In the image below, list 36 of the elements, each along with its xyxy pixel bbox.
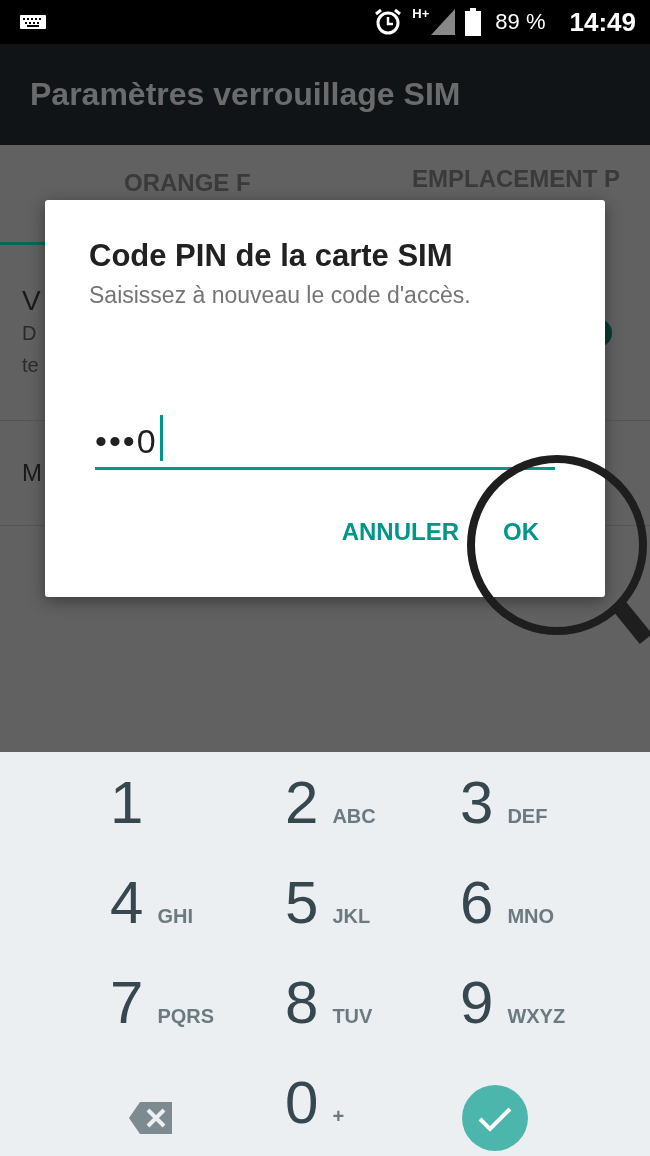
setting-title: M xyxy=(22,459,42,487)
key-letters: + xyxy=(332,1105,345,1128)
keypad-key[interactable]: 0 + xyxy=(285,1068,460,1156)
key-letters: TUV xyxy=(332,1005,373,1028)
key-letters: JKL xyxy=(332,905,371,928)
dialog-button[interactable]: OK xyxy=(495,512,547,552)
check-icon xyxy=(462,1085,528,1151)
setting-summary: te xyxy=(22,353,39,378)
alarm-icon xyxy=(374,8,403,36)
key-letters: MNO xyxy=(507,905,555,928)
dialog-button[interactable]: ANNULER xyxy=(333,512,467,552)
backspace-icon xyxy=(128,1101,174,1135)
key-letters: ABC xyxy=(332,805,376,828)
keypad-key[interactable]: 5 JKL xyxy=(285,868,460,968)
keyboard-icon xyxy=(20,15,46,29)
setting-title: V xyxy=(22,284,41,317)
network-type: H+ xyxy=(412,6,430,21)
keypad-key[interactable]: 9 WXYZ xyxy=(460,968,635,1068)
battery-icon xyxy=(465,8,482,36)
signal-icon xyxy=(431,9,456,35)
pin-field[interactable]: •••0 xyxy=(95,411,555,470)
clock: 14:49 xyxy=(569,6,636,38)
screen-title: Paramètres verrouillage SIM xyxy=(30,76,461,113)
keypad-key[interactable]: 4 GHI xyxy=(110,868,285,968)
key-letters: PQRS xyxy=(157,1005,215,1028)
keypad-key[interactable]: 2 ABC xyxy=(285,768,460,868)
keypad-key[interactable]: 8 TUV xyxy=(285,968,460,1068)
keypad-key[interactable]: 3 DEF xyxy=(460,768,635,868)
battery-percent: 89 % xyxy=(495,9,546,35)
keypad-key[interactable]: 6 MNO xyxy=(460,868,635,968)
key-letters: GHI xyxy=(157,905,193,928)
keypad-key[interactable]: 7 PQRS xyxy=(110,968,285,1068)
key-letters: DEF xyxy=(507,805,548,828)
keypad-key[interactable]: 1 xyxy=(110,768,285,868)
dialog-message: Saisissez à nouveau le code d'accès. xyxy=(89,282,472,309)
key-letters: WXYZ xyxy=(507,1005,566,1028)
